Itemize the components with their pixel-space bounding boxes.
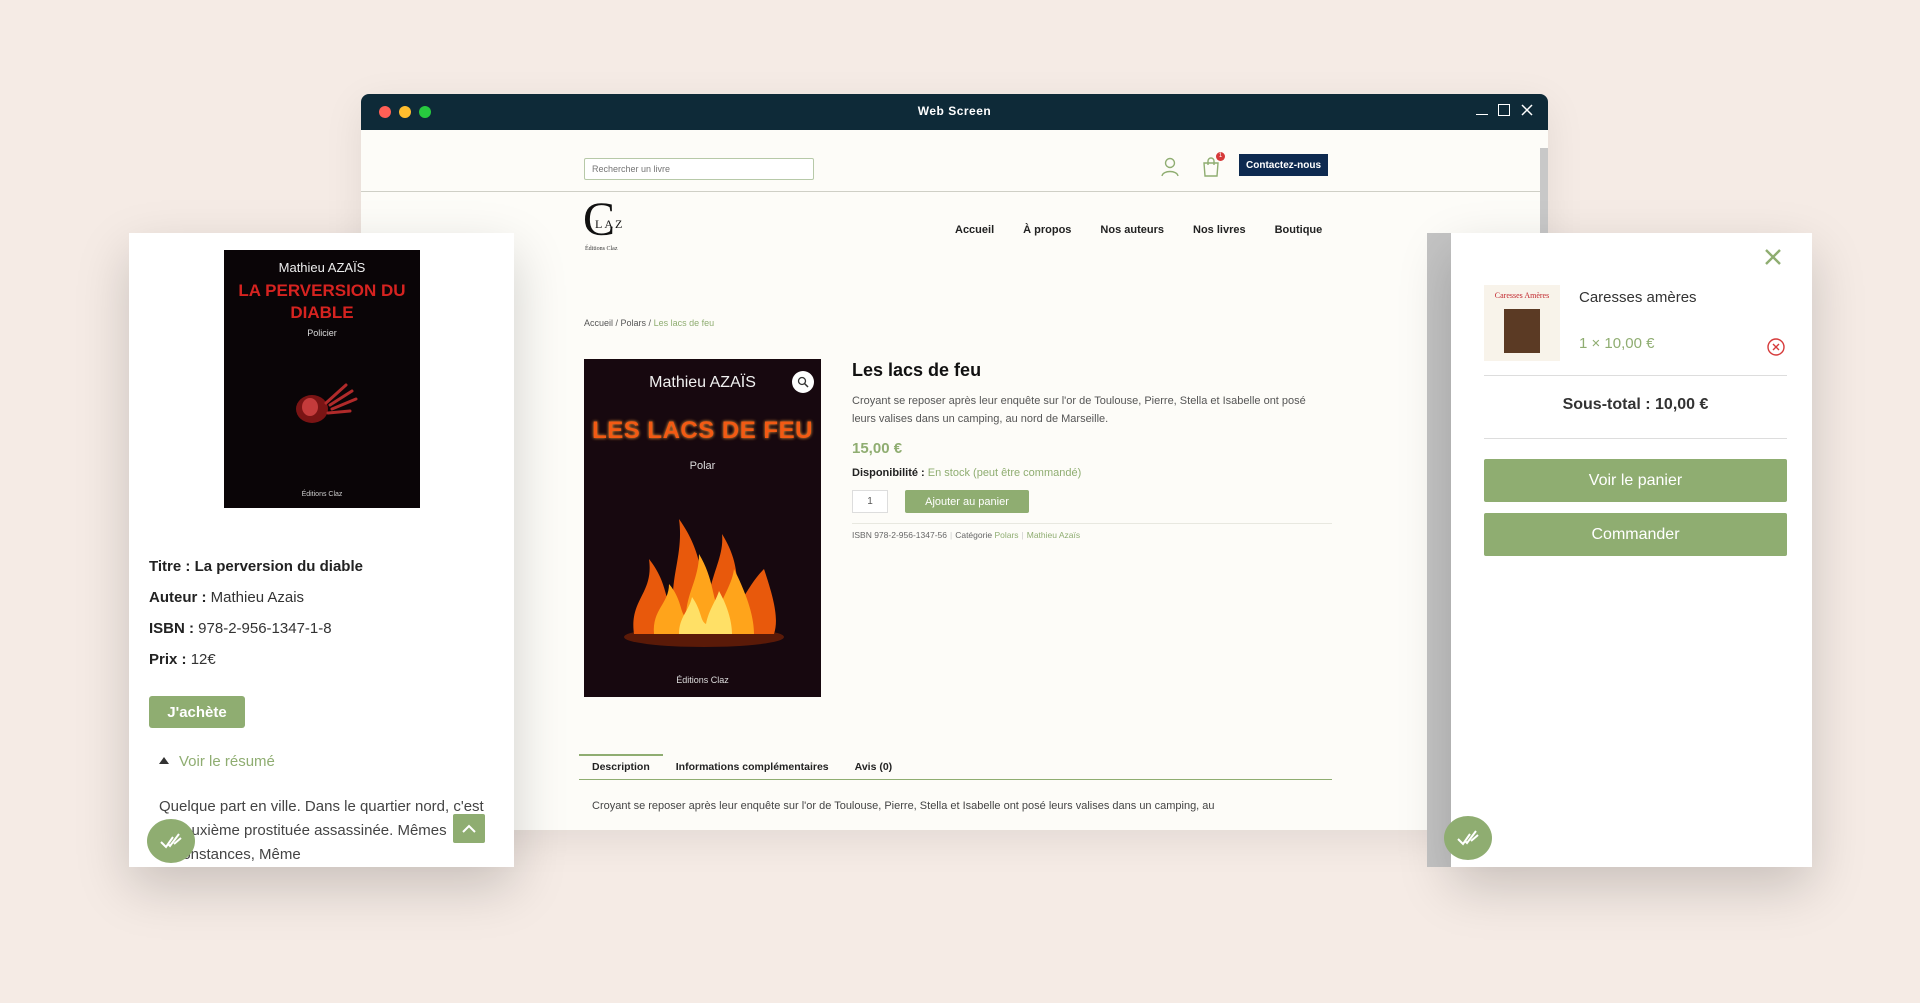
book-title-label: Titre : — [149, 558, 191, 575]
cart-item-thumbnail[interactable]: Caresses Amères — [1484, 285, 1560, 361]
flames-illustration — [624, 519, 784, 647]
add-to-cart-button[interactable]: Ajouter au panier — [905, 490, 1029, 513]
book-author-line: Auteur : Mathieu Azais — [149, 589, 304, 606]
breadcrumb-category[interactable]: Polars — [621, 318, 647, 328]
quantity-input[interactable]: 1 — [852, 490, 888, 513]
nav-item-boutique[interactable]: Boutique — [1275, 224, 1323, 236]
checkout-button[interactable]: Commander — [1484, 513, 1787, 556]
demon-hand-illustration — [296, 383, 358, 423]
close-icon[interactable] — [1520, 103, 1534, 117]
logo-letters: LAZ — [595, 217, 625, 231]
divider — [1484, 438, 1787, 439]
thumbnail-illustration — [1504, 309, 1540, 353]
search-input[interactable] — [584, 158, 814, 180]
window-title: Web Screen — [917, 104, 992, 118]
logo-subtitle: Éditions Claz — [585, 246, 618, 252]
availability-value: En stock (peut être commandé) — [927, 467, 1082, 479]
availability-label: Disponibilité : — [852, 467, 925, 479]
category-link[interactable]: Polars — [994, 530, 1018, 540]
cover-genre: Polar — [689, 460, 716, 472]
magnifier-icon[interactable] — [792, 371, 814, 393]
breadcrumb-current: Les lacs de feu — [653, 318, 715, 328]
cart-item-name[interactable]: Caresses amères — [1579, 289, 1697, 306]
main-nav: Accueil À propos Nos auteurs Nos livres … — [955, 224, 1322, 236]
category-label: Catégorie — [955, 530, 993, 540]
floating-action-button[interactable] — [147, 819, 195, 863]
product-isbn: ISBN 978-2-956-1347-56 — [852, 530, 947, 540]
window-titlebar: Web Screen — [361, 94, 1548, 130]
buy-button[interactable]: J'achète — [149, 696, 245, 728]
thumbnail-title: Caresses Amères — [1494, 291, 1550, 300]
view-cart-button[interactable]: Voir le panier — [1484, 459, 1787, 502]
triangle-up-icon — [159, 757, 169, 764]
mobile-book-panel: Mathieu AZAÏS LA PERVERSION DU DIABLE Po… — [129, 233, 514, 867]
cover-author: Mathieu AZAÏS — [278, 260, 366, 275]
book-cover-image: Mathieu AZAÏS LA PERVERSION DU DIABLE Po… — [224, 250, 420, 508]
product-price: 15,00 € — [852, 440, 903, 457]
breadcrumb: Accueil / Polars / Les lacs de feu — [584, 318, 714, 328]
availability: Disponibilité : En stock (peut être comm… — [852, 467, 1081, 479]
minimize-icon[interactable] — [1476, 105, 1488, 115]
product-cover-image[interactable]: Mathieu AZAÏS LES LACS DE FEU Polar Édit… — [584, 359, 821, 697]
book-title-line: Titre : La perversion du diable — [149, 558, 363, 575]
author-tag-link[interactable]: Mathieu Azaïs — [1027, 530, 1080, 540]
nav-item-nos-livres[interactable]: Nos livres — [1193, 224, 1246, 236]
scroll-to-top-button[interactable] — [453, 814, 485, 843]
cart-count-badge: 1 — [1216, 152, 1225, 161]
summary-text: Quelque part en ville. Dans le quartier … — [159, 798, 484, 863]
check-badge-icon — [1457, 830, 1479, 846]
book-author-value: Mathieu Azais — [210, 589, 305, 606]
chevron-up-icon — [462, 824, 476, 833]
book-isbn-label: ISBN : — [149, 620, 194, 637]
breadcrumb-separator: / — [646, 318, 654, 328]
book-author-label: Auteur : — [149, 589, 207, 606]
contact-button[interactable]: Contactez-nous — [1239, 154, 1328, 176]
subtotal-label: Sous-total : — [1562, 396, 1651, 413]
cart-item-quantity-price: 1 × 10,00 € — [1579, 335, 1655, 352]
floating-action-button[interactable] — [1444, 816, 1492, 860]
browser-window: Web Screen 1 Contactez-nous C LAZ Éditio… — [361, 94, 1548, 830]
divider — [1484, 375, 1787, 376]
check-badge-icon — [160, 833, 182, 849]
tab-informations[interactable]: Informations complémentaires — [663, 754, 842, 780]
maximize-icon[interactable] — [1498, 104, 1510, 116]
tab-avis[interactable]: Avis (0) — [842, 754, 906, 780]
tab-content-description: Croyant se reposer après leur enquête su… — [592, 800, 1215, 812]
book-price-line: Prix : 12€ — [149, 651, 216, 668]
site-logo[interactable]: C LAZ Éditions Claz — [583, 196, 633, 254]
summary-toggle[interactable]: Voir le résumé — [159, 753, 275, 770]
remove-circle-icon[interactable] — [1766, 337, 1786, 357]
close-icon[interactable] — [1761, 245, 1785, 269]
book-price-label: Prix : — [149, 651, 187, 668]
cover-author: Mathieu AZAÏS — [649, 374, 756, 391]
site-topbar: 1 Contactez-nous — [361, 130, 1540, 192]
breadcrumb-home[interactable]: Accueil — [584, 318, 613, 328]
book-isbn-line: ISBN : 978-2-956-1347-1-8 — [149, 620, 332, 637]
cover-genre: Policier — [307, 328, 337, 338]
cover-title: LA PERVERSION DU DIABLE — [238, 281, 406, 322]
user-icon[interactable] — [1159, 156, 1181, 178]
nav-item-a-propos[interactable]: À propos — [1023, 224, 1071, 236]
cover-publisher: Éditions Claz — [676, 675, 729, 685]
summary-toggle-label: Voir le résumé — [179, 753, 275, 770]
product-short-description: Croyant se reposer après leur enquête su… — [852, 395, 1306, 425]
cover-title: LES LACS DE FEU — [592, 417, 813, 444]
book-price-value: 12€ — [190, 651, 216, 668]
book-isbn-value: 978-2-956-1347-1-8 — [198, 620, 332, 637]
nav-item-nos-auteurs[interactable]: Nos auteurs — [1100, 224, 1164, 236]
product-tabs: Description Informations complémentaires… — [579, 754, 1332, 780]
overlay-backdrop — [1427, 233, 1451, 867]
cover-publisher: Éditions Claz — [301, 491, 343, 498]
cart-subtotal: Sous-total : 10,00 € — [1484, 396, 1787, 414]
tab-description[interactable]: Description — [579, 754, 663, 780]
subtotal-value: 10,00 € — [1655, 396, 1709, 413]
mini-cart-panel: Caresses Amères Caresses amères 1 × 10,0… — [1451, 233, 1812, 867]
window-controls — [1476, 103, 1534, 117]
product-title: Les lacs de feu — [852, 360, 982, 380]
breadcrumb-separator: / — [613, 318, 621, 328]
product-meta: ISBN 978-2-956-1347-56 | Catégorie Polars |… — [852, 523, 1332, 540]
book-title-value: La perversion du diable — [194, 558, 363, 575]
nav-item-accueil[interactable]: Accueil — [955, 224, 994, 236]
